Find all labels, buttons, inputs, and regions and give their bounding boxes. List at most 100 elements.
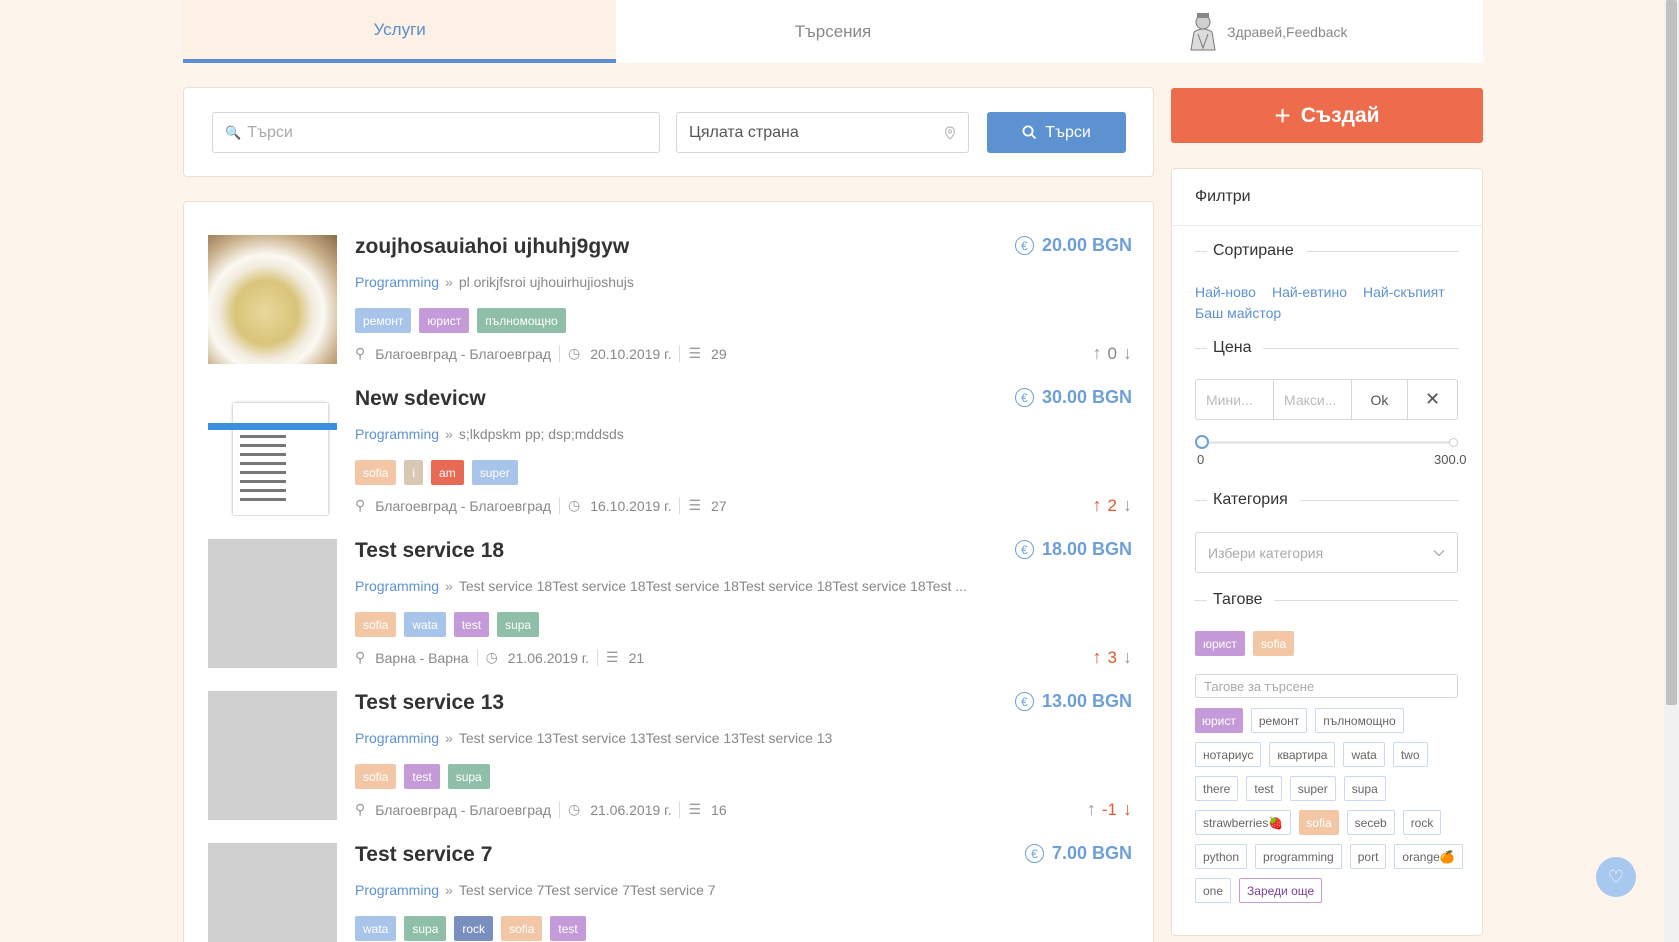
sort-cheapest[interactable]: Най-евтино	[1272, 282, 1347, 303]
tag[interactable]: юрист	[419, 308, 470, 333]
search-placeholder: Търси	[247, 123, 293, 141]
upvote-icon[interactable]: ↑	[1093, 647, 1102, 668]
scrollbar-thumb[interactable]	[1666, 0, 1677, 705]
tag[interactable]: test	[453, 612, 490, 637]
service-item[interactable]: Test service 7 €7.00 BGN Programming » Test …	[208, 843, 1132, 942]
tag-option[interactable]: test	[1246, 776, 1282, 801]
tag[interactable]: пълномощно	[477, 308, 566, 333]
tag-option[interactable]: пълномощно	[1315, 708, 1404, 733]
service-item[interactable]: Test service 18 €18.00 BGN Programming » Tes…	[208, 539, 1132, 669]
sort-most-expensive[interactable]: Най-скъпият	[1363, 282, 1445, 303]
tab-searches[interactable]: Търсения	[616, 0, 1050, 63]
service-item[interactable]: New sdevicw €30.00 BGN Programming » s;lkdps…	[208, 387, 1132, 517]
downvote-icon[interactable]: ↓	[1123, 647, 1132, 668]
tag-option[interactable]: нотариус	[1195, 742, 1262, 767]
tag-option[interactable]: port	[1349, 844, 1387, 869]
load-more-tags-button[interactable]: Зареди още	[1239, 878, 1323, 903]
tag[interactable]: supa	[404, 916, 447, 941]
upvote-icon[interactable]: ↑	[1093, 495, 1102, 516]
item-title[interactable]: New sdevicw	[355, 387, 486, 411]
service-item[interactable]: zoujhosauiahoi ujhuhj9gyw €20.00 BGN Progr…	[208, 235, 1132, 365]
item-title[interactable]: zoujhosauiahoi ujhuhj9gyw	[355, 235, 629, 259]
search-button[interactable]: Търси	[987, 112, 1126, 153]
price-slider-max-handle[interactable]	[1449, 438, 1458, 447]
item-meta: ⚲ Благоевград - Благоевград ◷ 16.10.2019 г.…	[355, 497, 743, 514]
price-clear-button[interactable]: ✕	[1408, 380, 1457, 419]
tag[interactable]: super	[471, 460, 518, 485]
item-thumbnail[interactable]	[208, 843, 337, 942]
downvote-icon[interactable]: ↓	[1123, 343, 1132, 364]
downvote-icon[interactable]: ↓	[1123, 799, 1132, 820]
tab-services[interactable]: Услуги	[183, 0, 617, 63]
item-description: pl orikjfsroi ujhouirhujioshujs	[458, 274, 634, 290]
tag-option[interactable]: rock	[1402, 810, 1442, 835]
item-title[interactable]: Test service 7	[355, 843, 492, 867]
tag[interactable]: sofia	[355, 612, 397, 637]
item-thumbnail[interactable]	[208, 691, 337, 820]
item-thumbnail[interactable]	[208, 539, 337, 668]
item-title[interactable]: Test service 13	[355, 691, 504, 715]
item-category[interactable]: Programming	[355, 882, 439, 898]
item-category[interactable]: Programming	[355, 578, 439, 594]
price-min-input[interactable]: Мини...	[1196, 380, 1274, 419]
downvote-icon[interactable]: ↓	[1123, 495, 1132, 516]
tag-option[interactable]: programming	[1255, 844, 1342, 869]
tag[interactable]: i	[404, 460, 424, 485]
tag[interactable]: am	[431, 460, 464, 485]
price-slider-min-handle[interactable]	[1195, 435, 1209, 449]
item-date: 21.06.2019 г.	[590, 801, 672, 818]
tag-option[interactable]: two	[1392, 742, 1428, 767]
price-slider-track[interactable]	[1203, 441, 1454, 444]
tag-option[interactable]: ремонт	[1250, 708, 1308, 733]
tag[interactable]: rock	[454, 916, 494, 941]
tag[interactable]: supa	[447, 764, 490, 789]
upvote-icon[interactable]: ↑	[1093, 343, 1102, 364]
tag[interactable]: test	[550, 916, 586, 941]
tag[interactable]: wata	[355, 916, 397, 941]
tag[interactable]: wata	[404, 612, 446, 637]
tag-option[interactable]: orange🍊	[1394, 844, 1463, 869]
tag-option[interactable]: sofia	[1299, 810, 1339, 835]
user-menu[interactable]: Здравей,Feedback	[1049, 0, 1483, 63]
tag[interactable]: supa	[497, 612, 540, 637]
tag-option[interactable]: supa	[1343, 776, 1386, 801]
location-input[interactable]: Цялата страна	[676, 112, 969, 153]
item-thumbnail[interactable]	[208, 387, 337, 516]
upvote-icon[interactable]: ↑	[1087, 799, 1096, 820]
service-item[interactable]: Test service 13 €13.00 BGN Programming » Tes…	[208, 691, 1132, 821]
item-thumbnail[interactable]	[208, 235, 337, 364]
tag[interactable]: ремонт	[355, 308, 412, 333]
tag-option[interactable]: юрист	[1195, 708, 1243, 733]
item-title[interactable]: Test service 18	[355, 539, 504, 563]
selected-tag[interactable]: sofia	[1252, 631, 1295, 656]
tag-option[interactable]: квартира	[1269, 742, 1336, 767]
item-category[interactable]: Programming	[355, 730, 439, 746]
tag-option[interactable]: wata	[1343, 742, 1385, 767]
tag-option[interactable]: there	[1195, 776, 1239, 801]
tag[interactable]: test	[404, 764, 440, 789]
item-description: Test service 13Test service 13Test servi…	[458, 730, 833, 746]
selected-tag[interactable]: юрист	[1195, 631, 1245, 656]
tag-option[interactable]: super	[1289, 776, 1336, 801]
create-button[interactable]: + Създай	[1171, 88, 1483, 143]
sort-newest[interactable]: Най-ново	[1195, 282, 1256, 303]
tag-search-input[interactable]: Тагове за търсене	[1195, 674, 1458, 698]
item-category[interactable]: Programming	[355, 426, 439, 442]
item-category[interactable]: Programming	[355, 274, 439, 290]
price-max-input[interactable]: Макси...	[1274, 380, 1352, 419]
tag[interactable]: sofia	[501, 916, 543, 941]
tag[interactable]: sofia	[355, 460, 397, 485]
tag-option[interactable]: one	[1195, 878, 1232, 903]
price-value: 18.00 BGN	[1041, 539, 1132, 559]
price-ok-button[interactable]: Ok	[1352, 380, 1408, 419]
category-select[interactable]: Избери категория	[1195, 532, 1458, 573]
tag-option[interactable]: strawberries🍓	[1195, 810, 1292, 835]
search-input[interactable]: 🔍 Търси	[212, 112, 660, 153]
page-scrollbar[interactable]	[1664, 0, 1679, 942]
favorites-button[interactable]: ♡	[1596, 857, 1636, 897]
tag[interactable]: sofia	[355, 764, 397, 789]
tags-section-title: Тагове	[1195, 591, 1458, 609]
tag-option[interactable]: python	[1195, 844, 1248, 869]
tag-option[interactable]: seceb	[1346, 810, 1395, 835]
sort-top-master[interactable]: Баш майстор	[1195, 303, 1281, 324]
